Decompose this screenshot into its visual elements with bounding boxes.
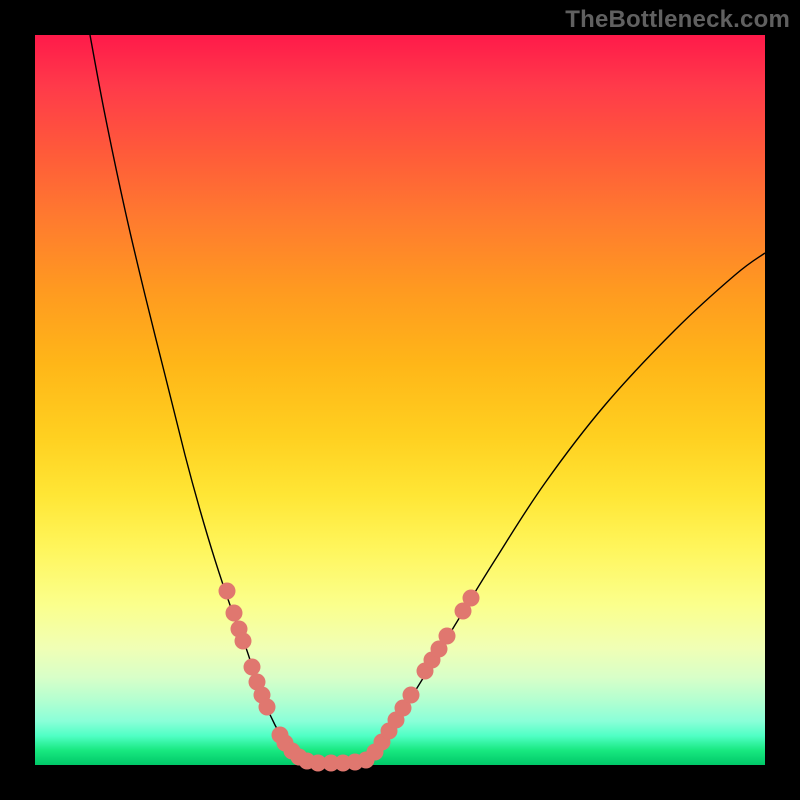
highlight-dot	[244, 659, 261, 676]
plot-area	[35, 35, 765, 765]
highlight-dot	[439, 628, 456, 645]
chart-frame: TheBottleneck.com	[0, 0, 800, 800]
highlight-dot	[403, 687, 420, 704]
highlight-dot	[219, 583, 236, 600]
highlight-dots-group	[219, 583, 480, 772]
watermark-text: TheBottleneck.com	[565, 6, 790, 34]
curve-svg	[35, 35, 765, 765]
highlight-dot	[226, 605, 243, 622]
highlight-dot	[259, 699, 276, 716]
highlight-dot	[463, 590, 480, 607]
highlight-dot	[235, 633, 252, 650]
